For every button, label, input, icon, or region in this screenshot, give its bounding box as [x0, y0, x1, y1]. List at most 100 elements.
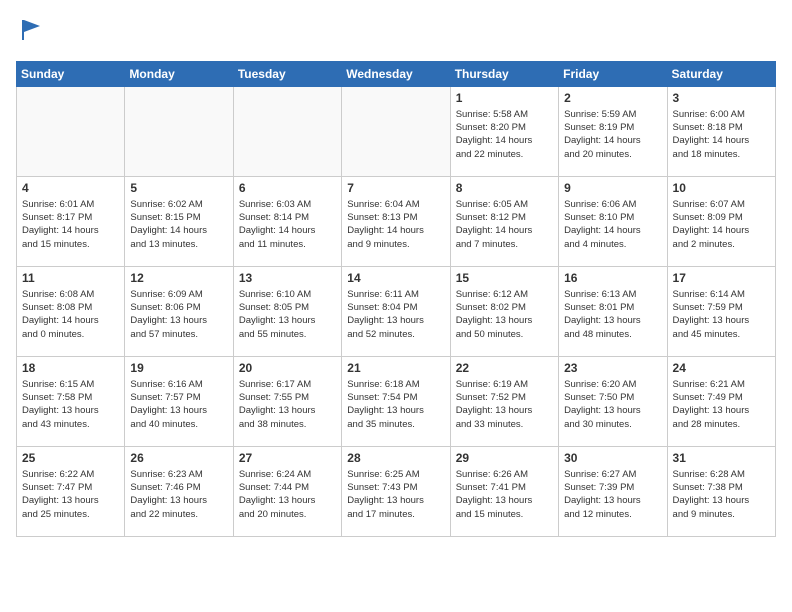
- calendar-cell: 31 Sunrise: 6:28 AM Sunset: 7:38 PM Dayli…: [667, 446, 775, 536]
- page-header: [16, 16, 776, 49]
- day-number: 29: [456, 451, 553, 465]
- calendar-cell: 3Sunrise: 6:00 AM Sunset: 8:18 PM Daylig…: [667, 86, 775, 176]
- day-info: Sunrise: 5:59 AM Sunset: 8:19 PM Dayligh…: [564, 108, 661, 161]
- logo: [16, 16, 46, 49]
- calendar-cell: 1 Sunrise: 5:58 AM Sunset: 8:20 PM Daylig…: [450, 86, 558, 176]
- logo-flag-icon: [18, 16, 46, 44]
- day-number: 16: [564, 271, 661, 285]
- weekday-header-monday: Monday: [125, 61, 233, 86]
- weekday-header-thursday: Thursday: [450, 61, 558, 86]
- calendar-cell: 29Sunrise: 6:26 AM Sunset: 7:41 PM Dayli…: [450, 446, 558, 536]
- day-number: 9: [564, 181, 661, 195]
- day-info: Sunrise: 6:23 AM Sunset: 7:46 PM Dayligh…: [130, 468, 227, 521]
- day-info: Sunrise: 6:20 AM Sunset: 7:50 PM Dayligh…: [564, 378, 661, 431]
- day-number: 11: [22, 271, 119, 285]
- day-info: Sunrise: 6:10 AM Sunset: 8:05 PM Dayligh…: [239, 288, 336, 341]
- calendar-cell: 21Sunrise: 6:18 AM Sunset: 7:54 PM Dayli…: [342, 356, 450, 446]
- day-number: 26: [130, 451, 227, 465]
- weekday-header-row: SundayMondayTuesdayWednesdayThursdayFrid…: [17, 61, 776, 86]
- day-number: 25: [22, 451, 119, 465]
- day-info: Sunrise: 6:07 AM Sunset: 8:09 PM Dayligh…: [673, 198, 770, 251]
- day-number: 27: [239, 451, 336, 465]
- day-info: Sunrise: 5:58 AM Sunset: 8:20 PM Dayligh…: [456, 108, 553, 161]
- weekday-header-wednesday: Wednesday: [342, 61, 450, 86]
- weekday-header-sunday: Sunday: [17, 61, 125, 86]
- calendar-cell: 18 Sunrise: 6:15 AM Sunset: 7:58 PM Dayli…: [17, 356, 125, 446]
- day-info: Sunrise: 6:21 AM Sunset: 7:49 PM Dayligh…: [673, 378, 770, 431]
- day-number: 4: [22, 181, 119, 195]
- weekday-header-saturday: Saturday: [667, 61, 775, 86]
- day-number: 20: [239, 361, 336, 375]
- day-number: 22: [456, 361, 553, 375]
- day-number: 13: [239, 271, 336, 285]
- calendar-cell: 6 Sunrise: 6:03 AM Sunset: 8:14 PM Daylig…: [233, 176, 341, 266]
- calendar-cell: 8 Sunrise: 6:05 AM Sunset: 8:12 PM Daylig…: [450, 176, 558, 266]
- day-info: Sunrise: 6:24 AM Sunset: 7:44 PM Dayligh…: [239, 468, 336, 521]
- calendar-cell: 11 Sunrise: 6:08 AM Sunset: 8:08 PM Dayli…: [17, 266, 125, 356]
- day-number: 6: [239, 181, 336, 195]
- day-number: 1: [456, 91, 553, 105]
- day-number: 18: [22, 361, 119, 375]
- day-info: Sunrise: 6:15 AM Sunset: 7:58 PM Dayligh…: [22, 378, 119, 431]
- day-info: Sunrise: 6:00 AM Sunset: 8:18 PM Dayligh…: [673, 108, 770, 161]
- calendar-week-row: 25 Sunrise: 6:22 AM Sunset: 7:47 PM Dayli…: [17, 446, 776, 536]
- calendar-cell: 26 Sunrise: 6:23 AM Sunset: 7:46 PM Dayli…: [125, 446, 233, 536]
- day-number: 8: [456, 181, 553, 195]
- day-info: Sunrise: 6:08 AM Sunset: 8:08 PM Dayligh…: [22, 288, 119, 341]
- weekday-header-friday: Friday: [559, 61, 667, 86]
- day-number: 24: [673, 361, 770, 375]
- day-info: Sunrise: 6:12 AM Sunset: 8:02 PM Dayligh…: [456, 288, 553, 341]
- day-info: Sunrise: 6:25 AM Sunset: 7:43 PM Dayligh…: [347, 468, 444, 521]
- day-info: Sunrise: 6:16 AM Sunset: 7:57 PM Dayligh…: [130, 378, 227, 431]
- day-number: 7: [347, 181, 444, 195]
- day-info: Sunrise: 6:11 AM Sunset: 8:04 PM Dayligh…: [347, 288, 444, 341]
- day-info: Sunrise: 6:19 AM Sunset: 7:52 PM Dayligh…: [456, 378, 553, 431]
- calendar-cell: 10 Sunrise: 6:07 AM Sunset: 8:09 PM Dayli…: [667, 176, 775, 266]
- calendar-cell: 25 Sunrise: 6:22 AM Sunset: 7:47 PM Dayli…: [17, 446, 125, 536]
- calendar-cell: 27 Sunrise: 6:24 AM Sunset: 7:44 PM Dayli…: [233, 446, 341, 536]
- calendar-cell: 30 Sunrise: 6:27 AM Sunset: 7:39 PM Dayli…: [559, 446, 667, 536]
- day-number: 31: [673, 451, 770, 465]
- weekday-header-tuesday: Tuesday: [233, 61, 341, 86]
- day-number: 30: [564, 451, 661, 465]
- day-number: 10: [673, 181, 770, 195]
- calendar-cell: 28 Sunrise: 6:25 AM Sunset: 7:43 PM Dayli…: [342, 446, 450, 536]
- calendar-cell: 5 Sunrise: 6:02 AM Sunset: 8:15 PM Daylig…: [125, 176, 233, 266]
- calendar-cell: [342, 86, 450, 176]
- calendar-cell: 24 Sunrise: 6:21 AM Sunset: 7:49 PM Dayli…: [667, 356, 775, 446]
- day-info: Sunrise: 6:03 AM Sunset: 8:14 PM Dayligh…: [239, 198, 336, 251]
- day-info: Sunrise: 6:28 AM Sunset: 7:38 PM Dayligh…: [673, 468, 770, 521]
- day-info: Sunrise: 6:18 AM Sunset: 7:54 PM Dayligh…: [347, 378, 444, 431]
- calendar-cell: 22 Sunrise: 6:19 AM Sunset: 7:52 PM Dayli…: [450, 356, 558, 446]
- calendar-cell: 15 Sunrise: 6:12 AM Sunset: 8:02 PM Dayli…: [450, 266, 558, 356]
- calendar-week-row: 18 Sunrise: 6:15 AM Sunset: 7:58 PM Dayli…: [17, 356, 776, 446]
- calendar-cell: 9Sunrise: 6:06 AM Sunset: 8:10 PM Daylig…: [559, 176, 667, 266]
- day-number: 5: [130, 181, 227, 195]
- day-number: 28: [347, 451, 444, 465]
- calendar-table: SundayMondayTuesdayWednesdayThursdayFrid…: [16, 61, 776, 537]
- calendar-cell: 17Sunrise: 6:14 AM Sunset: 7:59 PM Dayli…: [667, 266, 775, 356]
- calendar-cell: 13 Sunrise: 6:10 AM Sunset: 8:05 PM Dayli…: [233, 266, 341, 356]
- calendar-cell: [125, 86, 233, 176]
- day-info: Sunrise: 6:01 AM Sunset: 8:17 PM Dayligh…: [22, 198, 119, 251]
- calendar-cell: 12Sunrise: 6:09 AM Sunset: 8:06 PM Dayli…: [125, 266, 233, 356]
- day-info: Sunrise: 6:09 AM Sunset: 8:06 PM Dayligh…: [130, 288, 227, 341]
- calendar-cell: 2 Sunrise: 5:59 AM Sunset: 8:19 PM Daylig…: [559, 86, 667, 176]
- day-info: Sunrise: 6:17 AM Sunset: 7:55 PM Dayligh…: [239, 378, 336, 431]
- day-info: Sunrise: 6:02 AM Sunset: 8:15 PM Dayligh…: [130, 198, 227, 251]
- calendar-cell: 14 Sunrise: 6:11 AM Sunset: 8:04 PM Dayli…: [342, 266, 450, 356]
- calendar-week-row: 11 Sunrise: 6:08 AM Sunset: 8:08 PM Dayli…: [17, 266, 776, 356]
- calendar-cell: 23 Sunrise: 6:20 AM Sunset: 7:50 PM Dayli…: [559, 356, 667, 446]
- calendar-week-row: 1 Sunrise: 5:58 AM Sunset: 8:20 PM Daylig…: [17, 86, 776, 176]
- calendar-cell: [17, 86, 125, 176]
- day-info: Sunrise: 6:05 AM Sunset: 8:12 PM Dayligh…: [456, 198, 553, 251]
- day-number: 23: [564, 361, 661, 375]
- day-number: 14: [347, 271, 444, 285]
- calendar-cell: 4 Sunrise: 6:01 AM Sunset: 8:17 PM Daylig…: [17, 176, 125, 266]
- day-number: 15: [456, 271, 553, 285]
- day-info: Sunrise: 6:22 AM Sunset: 7:47 PM Dayligh…: [22, 468, 119, 521]
- day-number: 19: [130, 361, 227, 375]
- calendar-cell: 20 Sunrise: 6:17 AM Sunset: 7:55 PM Dayli…: [233, 356, 341, 446]
- day-number: 2: [564, 91, 661, 105]
- day-info: Sunrise: 6:27 AM Sunset: 7:39 PM Dayligh…: [564, 468, 661, 521]
